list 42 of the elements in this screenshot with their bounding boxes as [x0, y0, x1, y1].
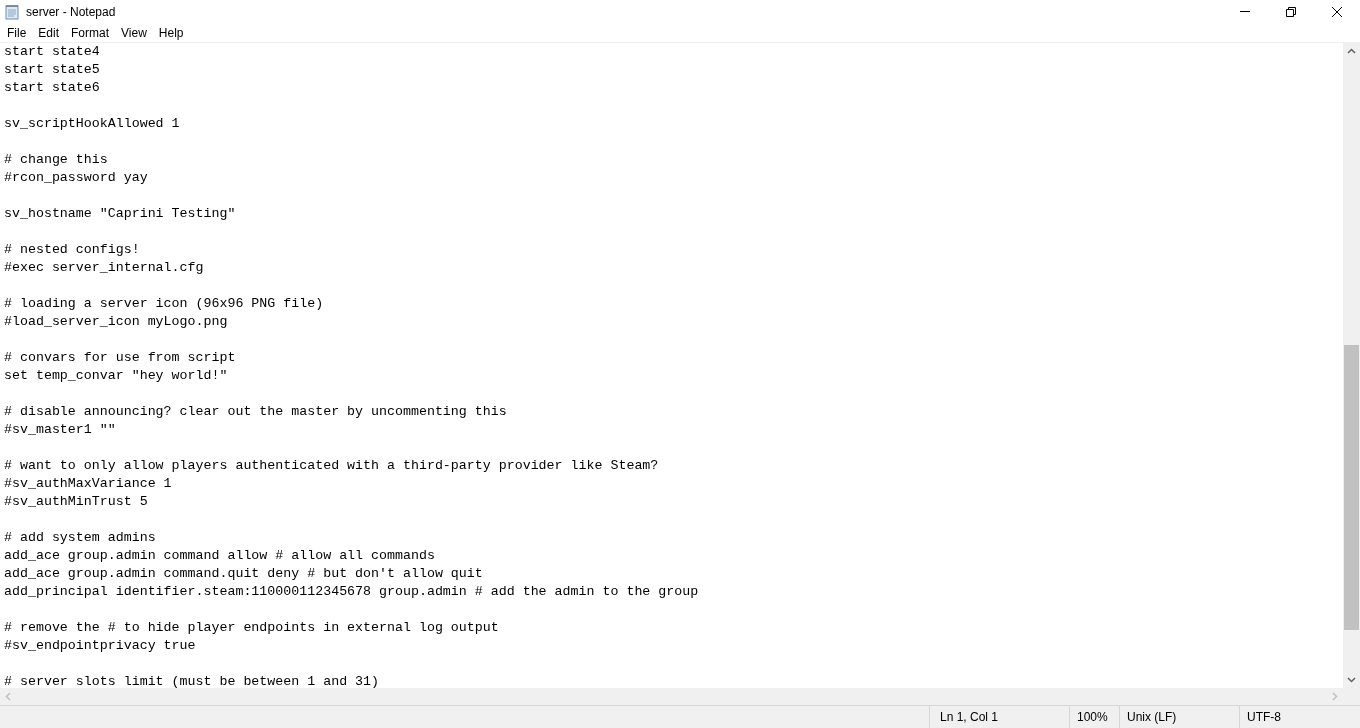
window-title: server - Notepad — [26, 3, 116, 21]
text-line: #sv_endpointprivacy true — [4, 637, 196, 655]
text-line: # nested configs! — [4, 241, 140, 259]
text-line: start state4 — [4, 43, 100, 61]
encoding: UTF-8 — [1247, 709, 1281, 726]
text-line: # add system admins — [4, 529, 156, 547]
text-line: #load_server_icon myLogo.png — [4, 313, 228, 331]
menu-item[interactable]: View — [115, 23, 153, 42]
text-line: add_ace group.admin command allow # allow all commands — [4, 547, 435, 565]
zoom-level: 100% — [1077, 709, 1108, 726]
text-line: add_principal identifier.steam:110000112345678 group.admin # add the admin to the group — [4, 583, 699, 601]
minimize-icon — [1240, 11, 1250, 12]
line-ending: Unix (LF) — [1127, 709, 1177, 726]
menu-item[interactable]: File — [1, 23, 33, 42]
menu-item[interactable]: Help — [152, 23, 190, 42]
text-line: start state6 — [4, 79, 100, 97]
text-line: #sv_authMaxVariance 1 — [4, 475, 172, 493]
text-line: set temp_convar "hey world!" — [4, 367, 228, 385]
text-line: #exec server_internal.cfg — [4, 259, 204, 277]
text-line: #sv_master1 "" — [4, 421, 116, 439]
notepad-icon — [4, 3, 20, 20]
text-line: # want to only allow players authenticated with a third-party provider like Steam? — [4, 457, 659, 475]
horizontal-scrollbar[interactable] — [0, 688, 1360, 705]
text-line: #rcon_password yay — [4, 169, 148, 187]
text-line: start state5 — [4, 61, 100, 79]
text-line: # remove the # to hide player endpoints in external log output — [4, 619, 499, 637]
restore-icon — [1286, 6, 1296, 17]
text-line: add_ace group.admin command.quit deny # but don't allow quit — [4, 565, 483, 583]
vertical-scrollbar[interactable] — [1343, 43, 1360, 688]
text-line: # convars for use from script — [4, 349, 236, 367]
close-icon — [1332, 6, 1342, 17]
scrollbar-thumb[interactable] — [1344, 345, 1359, 630]
text-line: # loading a server icon (96x96 PNG file) — [4, 295, 324, 313]
text-line: # change this — [4, 151, 108, 169]
text-line: sv_scriptHookAllowed 1 — [4, 115, 180, 133]
cursor-position: Ln 1, Col 1 — [940, 709, 999, 726]
text-line: # server slots limit (must be between 1 and 31) — [4, 673, 380, 688]
text-line: #sv_authMinTrust 5 — [4, 493, 148, 511]
text-line: sv_hostname "Caprini Testing" — [4, 205, 236, 223]
menu-item[interactable]: Format — [65, 23, 116, 42]
text-line: # disable announcing? clear out the master by uncommenting this — [4, 403, 507, 421]
menu-item[interactable]: Edit — [32, 23, 66, 42]
